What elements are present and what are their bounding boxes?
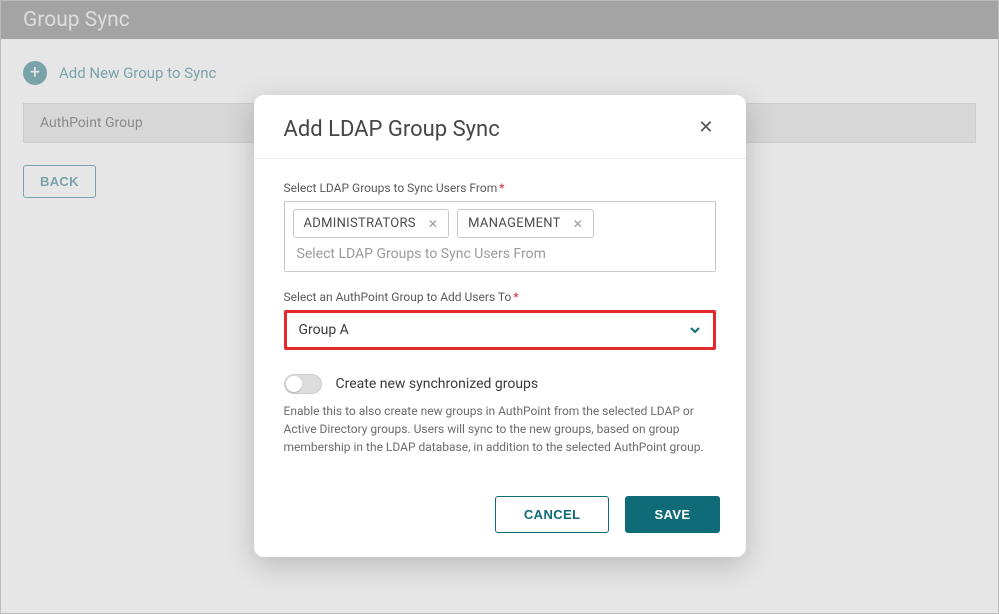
authpoint-group-value: Group A xyxy=(299,322,349,338)
modal-footer: CANCEL SAVE xyxy=(254,478,746,539)
chip-administrators[interactable]: ADMINISTRATORS ✕ xyxy=(293,209,450,238)
modal-header: Add LDAP Group Sync ✕ xyxy=(254,95,746,159)
chip-remove-icon[interactable]: ✕ xyxy=(428,217,438,231)
create-sync-groups-row: Create new synchronized groups xyxy=(284,374,716,394)
save-button[interactable]: SAVE xyxy=(625,496,719,533)
create-sync-groups-toggle[interactable] xyxy=(284,374,322,394)
authpoint-group-label-text: Select an AuthPoint Group to Add Users T… xyxy=(284,290,512,304)
cancel-button[interactable]: CANCEL xyxy=(495,496,610,533)
close-icon[interactable]: ✕ xyxy=(696,117,715,139)
required-asterisk: * xyxy=(513,290,518,304)
ldap-group-chips: ADMINISTRATORS ✕ MANAGEMENT ✕ xyxy=(293,209,707,238)
authpoint-group-label: Select an AuthPoint Group to Add Users T… xyxy=(284,290,716,304)
chip-label: MANAGEMENT xyxy=(468,216,561,231)
required-asterisk: * xyxy=(499,181,504,195)
chevron-down-icon xyxy=(689,324,701,336)
ldap-groups-label-text: Select LDAP Groups to Sync Users From xyxy=(284,181,498,195)
create-sync-groups-help: Enable this to also create new groups in… xyxy=(284,402,716,456)
ldap-groups-label: Select LDAP Groups to Sync Users From* xyxy=(284,181,716,195)
chip-label: ADMINISTRATORS xyxy=(304,216,416,231)
modal-title: Add LDAP Group Sync xyxy=(284,117,500,142)
modal-body: Select LDAP Groups to Sync Users From* A… xyxy=(254,159,746,478)
toggle-knob xyxy=(286,376,302,392)
create-sync-groups-label: Create new synchronized groups xyxy=(336,376,539,392)
chip-management[interactable]: MANAGEMENT ✕ xyxy=(457,209,594,238)
cancel-button-label: CANCEL xyxy=(524,507,581,522)
authpoint-group-select[interactable]: Group A xyxy=(284,310,716,350)
ldap-groups-multiselect[interactable]: ADMINISTRATORS ✕ MANAGEMENT ✕ Select LDA… xyxy=(284,201,716,272)
add-ldap-group-sync-modal: Add LDAP Group Sync ✕ Select LDAP Groups… xyxy=(254,95,746,557)
save-button-label: SAVE xyxy=(654,507,690,522)
ldap-groups-placeholder: Select LDAP Groups to Sync Users From xyxy=(293,244,707,268)
chip-remove-icon[interactable]: ✕ xyxy=(573,217,583,231)
